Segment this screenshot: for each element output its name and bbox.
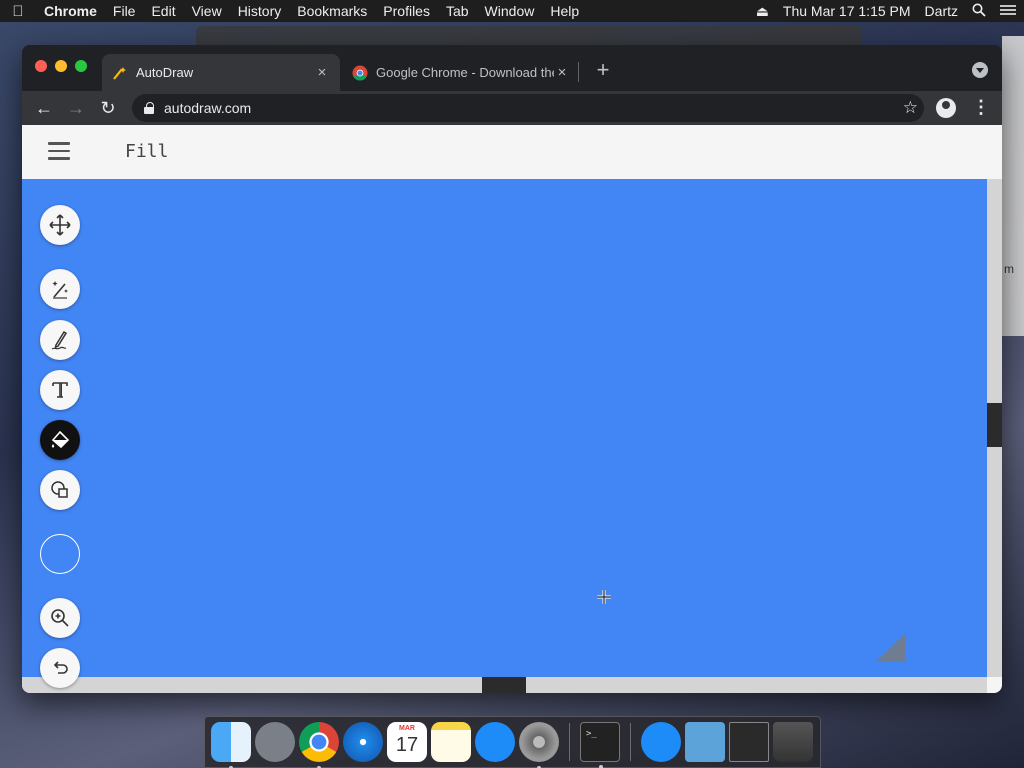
finder-icon[interactable] xyxy=(211,722,251,768)
system-preferences-icon[interactable] xyxy=(519,722,559,768)
background-window-right xyxy=(1002,36,1024,336)
tab-title: AutoDraw xyxy=(136,65,194,80)
tab-autodraw[interactable]: AutoDraw × xyxy=(102,54,340,91)
menu-tab[interactable]: Tab xyxy=(438,3,477,19)
tab-title: Google Chrome - Download the xyxy=(376,65,554,80)
undo-icon xyxy=(53,661,68,674)
chrome-icon[interactable] xyxy=(299,722,339,768)
notes-icon[interactable] xyxy=(431,722,471,762)
preview-window-icon[interactable] xyxy=(729,722,769,762)
chrome-window: AutoDraw × Google Chrome - Download the … xyxy=(22,45,1002,693)
calendar-month: MAR xyxy=(399,725,415,732)
apple-menu-icon[interactable]:  xyxy=(0,3,36,20)
pencil-icon xyxy=(51,330,68,350)
menu-view[interactable]: View xyxy=(184,3,230,19)
zoom-window-button[interactable] xyxy=(75,60,87,72)
magic-pen-icon xyxy=(52,281,68,299)
url-text: autodraw.com xyxy=(164,100,252,116)
spotlight-search-icon[interactable] xyxy=(972,3,986,20)
minimize-window-button[interactable] xyxy=(55,60,67,72)
horizontal-scrollbar[interactable] xyxy=(22,677,987,693)
forward-button[interactable]: → xyxy=(60,94,92,122)
bookmark-star-icon[interactable]: ☆ xyxy=(903,98,918,118)
chrome-icon xyxy=(352,65,368,81)
tab-search-icon[interactable] xyxy=(972,62,988,78)
autodraw-icon xyxy=(112,65,128,81)
eject-icon[interactable]: ⏏ xyxy=(756,3,769,20)
terminal-icon[interactable]: >_ xyxy=(580,722,620,768)
tab-strip: AutoDraw × Google Chrome - Download the … xyxy=(22,45,1002,91)
tab-chrome-download[interactable]: Google Chrome - Download the × xyxy=(342,54,580,91)
macos-dock: MAR 17 >_ xyxy=(204,716,821,768)
menubar-user[interactable]: Dartz xyxy=(925,3,958,19)
address-bar[interactable]: autodraw.com ☆ xyxy=(132,94,924,122)
menu-bookmarks[interactable]: Bookmarks xyxy=(289,3,375,19)
menu-help[interactable]: Help xyxy=(542,3,587,19)
autodraw-page: Fill xyxy=(22,125,1002,693)
back-button[interactable]: ← xyxy=(28,94,60,122)
chrome-menu-button[interactable]: ⋮ xyxy=(972,97,990,117)
zoom-icon xyxy=(51,609,69,627)
tab-separator xyxy=(578,62,579,82)
new-tab-button[interactable]: + xyxy=(591,57,615,83)
shape-tool[interactable] xyxy=(40,470,80,510)
menu-window[interactable]: Window xyxy=(477,3,543,19)
drawing-canvas[interactable] xyxy=(22,179,987,677)
menu-app-chrome[interactable]: Chrome xyxy=(36,3,105,19)
menu-edit[interactable]: Edit xyxy=(143,3,183,19)
control-center-icon[interactable] xyxy=(1000,3,1016,19)
browser-toolbar: ← → ↻ autodraw.com ☆ ⋮ xyxy=(22,91,1002,125)
color-picker[interactable] xyxy=(40,534,80,574)
folder-icon[interactable] xyxy=(685,722,725,762)
move-icon xyxy=(49,214,71,236)
close-window-button[interactable] xyxy=(35,60,47,72)
autodraw-tool[interactable] xyxy=(40,269,80,309)
calendar-day: 17 xyxy=(395,734,419,756)
vertical-scrollbar[interactable] xyxy=(987,179,1002,677)
undo-tool[interactable] xyxy=(40,648,80,688)
horizontal-scroll-thumb[interactable] xyxy=(482,677,526,693)
lock-icon[interactable] xyxy=(144,102,154,114)
trash-icon[interactable] xyxy=(773,722,813,762)
launchpad-icon[interactable] xyxy=(255,722,295,762)
dock-separator xyxy=(630,723,631,761)
resize-handle-icon[interactable] xyxy=(875,634,905,662)
applications-folder-icon[interactable] xyxy=(641,722,681,762)
autodraw-appbar: Fill xyxy=(22,125,1002,179)
draw-tool[interactable] xyxy=(40,320,80,360)
type-tool[interactable] xyxy=(40,370,80,410)
close-tab-icon[interactable]: × xyxy=(554,64,570,81)
background-window-text: m xyxy=(1004,262,1014,276)
window-controls xyxy=(35,60,87,72)
text-icon xyxy=(52,382,68,398)
menu-history[interactable]: History xyxy=(230,3,290,19)
menu-profiles[interactable]: Profiles xyxy=(375,3,438,19)
dock-separator xyxy=(569,723,570,761)
vertical-scroll-thumb[interactable] xyxy=(987,403,1002,447)
hamburger-menu-icon[interactable] xyxy=(48,142,70,160)
mode-label: Fill xyxy=(125,141,169,162)
move-tool[interactable] xyxy=(40,205,80,245)
crosshair-cursor-icon xyxy=(596,589,612,605)
terminal-prompt: >_ xyxy=(586,729,597,739)
fill-tool[interactable] xyxy=(40,420,80,460)
paint-bucket-icon xyxy=(51,430,70,449)
close-tab-icon[interactable]: × xyxy=(314,64,330,81)
profile-avatar-icon[interactable] xyxy=(936,98,956,118)
background-window xyxy=(196,26,862,46)
zoom-tool[interactable] xyxy=(40,598,80,638)
menubar-clock[interactable]: Thu Mar 17 1:15 PM xyxy=(783,3,911,19)
reload-button[interactable]: ↻ xyxy=(92,94,124,122)
safari-icon[interactable] xyxy=(343,722,383,762)
menu-file[interactable]: File xyxy=(105,3,144,19)
macos-menubar:  Chrome File Edit View History Bookmark… xyxy=(0,0,1024,22)
calendar-icon[interactable]: MAR 17 xyxy=(387,722,427,762)
app-store-icon[interactable] xyxy=(475,722,515,762)
shapes-icon xyxy=(51,481,68,498)
